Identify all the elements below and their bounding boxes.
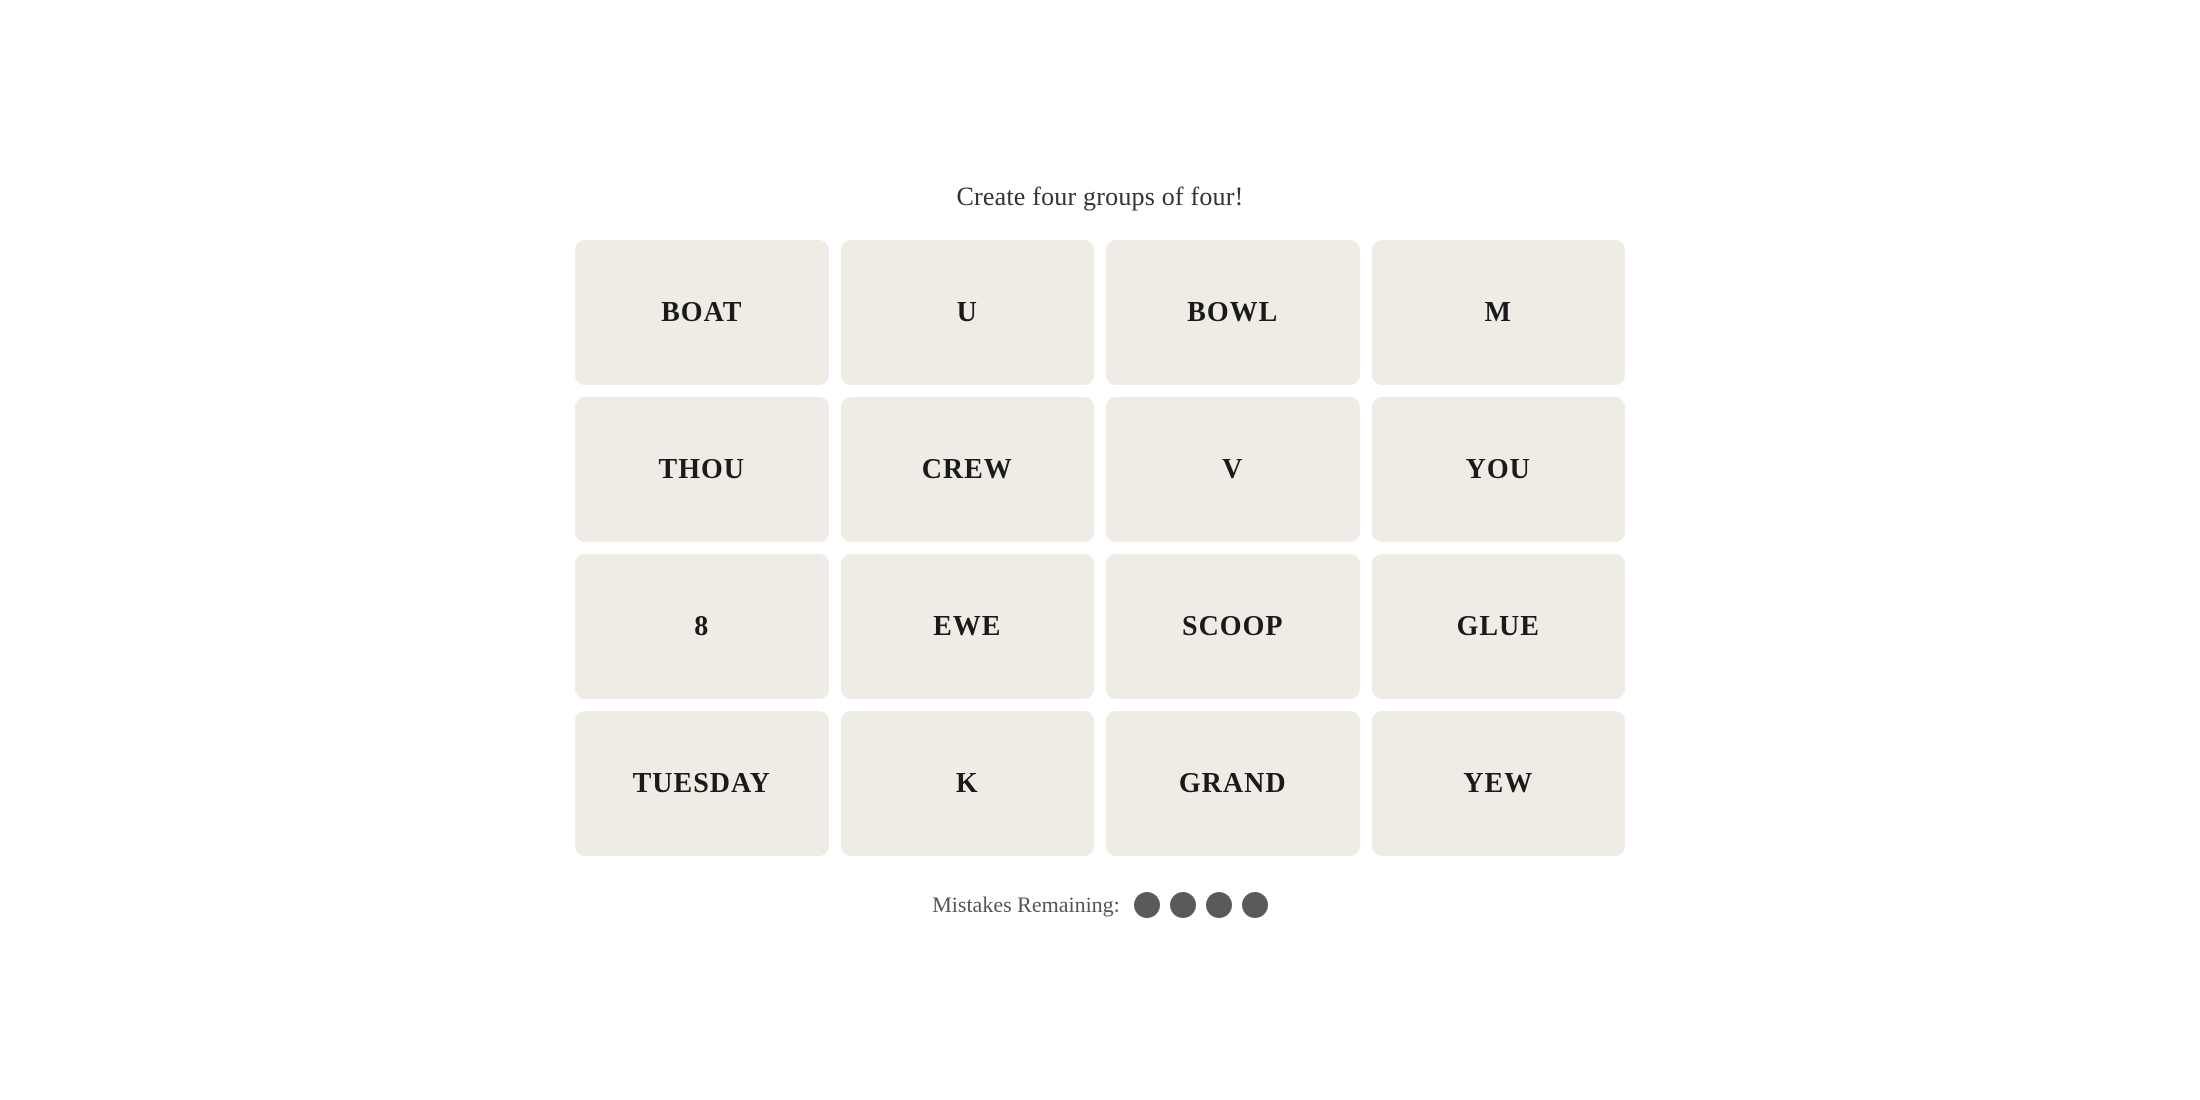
tile-crew[interactable]: CREW	[841, 397, 1095, 542]
tile-you[interactable]: YOU	[1372, 397, 1626, 542]
tile-grand[interactable]: GRAND	[1106, 711, 1360, 856]
dots-container	[1134, 892, 1268, 918]
tile-yew[interactable]: YEW	[1372, 711, 1626, 856]
mistake-dot-2	[1170, 892, 1196, 918]
tile-label-crew: CREW	[922, 454, 1013, 486]
mistake-dot-3	[1206, 892, 1232, 918]
tile-k[interactable]: K	[841, 711, 1095, 856]
tile-m[interactable]: M	[1372, 240, 1626, 385]
tile-scoop[interactable]: SCOOP	[1106, 554, 1360, 699]
tile-bowl[interactable]: BOWL	[1106, 240, 1360, 385]
mistake-dot-1	[1134, 892, 1160, 918]
tile-v[interactable]: V	[1106, 397, 1360, 542]
tile-grid: BOAT U BOWL M THOU CREW V YOU 8 EWE SCOOP GLUE TUESD…	[575, 240, 1625, 856]
mistake-dot-4	[1242, 892, 1268, 918]
tile-label-bowl: BOWL	[1187, 297, 1278, 329]
tile-label-ewe: EWE	[933, 611, 1001, 643]
tile-label-grand: GRAND	[1179, 768, 1287, 800]
tile-u[interactable]: U	[841, 240, 1095, 385]
mistakes-label: Mistakes Remaining:	[932, 892, 1120, 918]
tile-label-you: YOU	[1466, 454, 1531, 486]
tile-label-u: U	[957, 297, 978, 329]
tile-thou[interactable]: THOU	[575, 397, 829, 542]
subtitle: Create four groups of four!	[957, 182, 1244, 212]
tile-label-m: M	[1485, 297, 1512, 329]
tile-label-tuesday: TUESDAY	[633, 768, 771, 800]
tile-ewe[interactable]: EWE	[841, 554, 1095, 699]
tile-label-8: 8	[694, 611, 709, 643]
tile-boat[interactable]: BOAT	[575, 240, 829, 385]
game-container: Create four groups of four! BOAT U BOWL M TH…	[550, 182, 1650, 918]
tile-label-k: K	[956, 768, 979, 800]
tile-label-thou: THOU	[659, 454, 745, 486]
tile-label-yew: YEW	[1463, 768, 1533, 800]
tile-label-scoop: SCOOP	[1182, 611, 1283, 643]
tile-label-boat: BOAT	[661, 297, 742, 329]
tile-label-v: V	[1222, 454, 1243, 486]
tile-glue[interactable]: GLUE	[1372, 554, 1626, 699]
tile-8[interactable]: 8	[575, 554, 829, 699]
mistakes-row: Mistakes Remaining:	[932, 892, 1268, 918]
tile-label-glue: GLUE	[1457, 611, 1540, 643]
tile-tuesday[interactable]: TUESDAY	[575, 711, 829, 856]
